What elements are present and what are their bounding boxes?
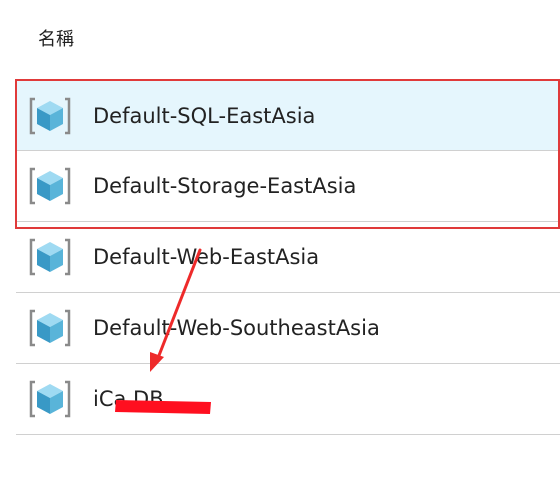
resource-group-cube-icon <box>29 97 71 134</box>
resource-group-cube-icon <box>29 309 71 347</box>
resource-group-cube-icon <box>29 380 71 418</box>
resource-group-row[interactable]: Default-Storage-EastAsia <box>16 151 560 222</box>
resource-group-name[interactable]: Default-Storage-EastAsia <box>93 174 356 198</box>
resource-group-name[interactable]: Default-Web-EastAsia <box>93 245 319 269</box>
resource-group-name[interactable]: Default-Web-SoutheastAsia <box>93 316 380 340</box>
name-column-header[interactable]: 名稱 <box>38 28 74 52</box>
resource-group-name[interactable]: iCa DB <box>93 387 164 411</box>
resource-group-row[interactable]: Default-Web-SoutheastAsia <box>16 293 560 364</box>
resource-group-cube-icon <box>29 167 71 205</box>
resource-group-list: Default-SQL-EastAsia Default-Storage-Eas… <box>16 80 560 435</box>
resource-group-row[interactable]: Default-SQL-EastAsia <box>16 80 560 151</box>
resource-group-row[interactable]: iCa DB <box>16 364 560 435</box>
resource-group-name[interactable]: Default-SQL-EastAsia <box>93 104 315 128</box>
resource-group-row[interactable]: Default-Web-EastAsia <box>16 222 560 293</box>
resource-group-list-panel: 名稱 Default-SQL-EastAsia Default-Storage-… <box>0 0 560 484</box>
resource-group-cube-icon <box>29 238 71 276</box>
